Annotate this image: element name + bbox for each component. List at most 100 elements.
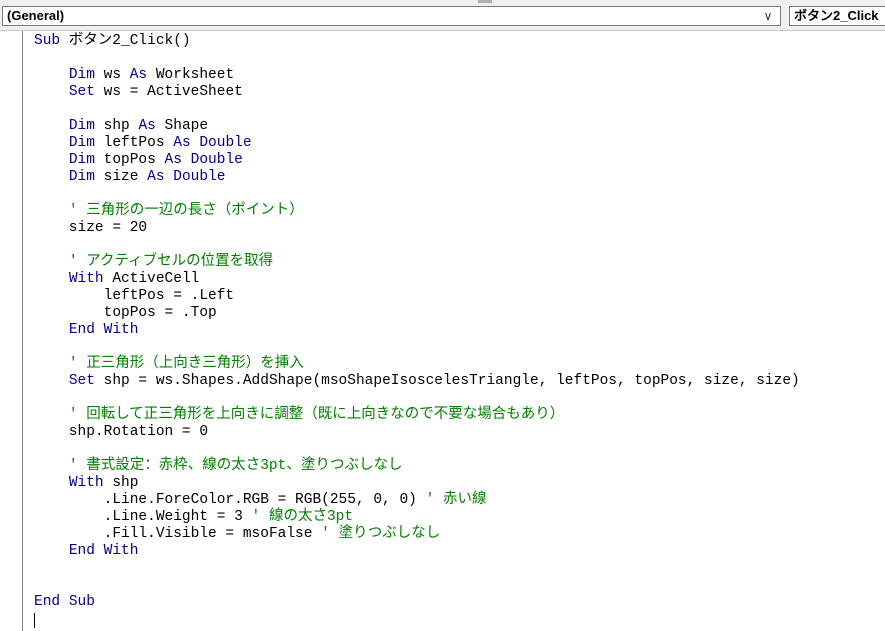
comment-token: ' 線の太さ3pt	[251, 509, 354, 525]
code-line[interactable]: .Fill.Visible = msoFalse ' 塗りつぶしなし	[34, 526, 800, 543]
code-token: topPos = .Top	[34, 305, 217, 321]
code-token: shp.Rotation = 0	[34, 424, 209, 440]
keyword-token: Dim	[68, 169, 95, 185]
code-line[interactable]: With shp	[34, 475, 800, 492]
code-line[interactable]: ' 正三角形（上向き三角形）を挿入	[34, 356, 800, 373]
code-line[interactable]	[34, 441, 800, 458]
keyword-token: With	[68, 271, 104, 287]
keyword-token: Set	[68, 373, 95, 389]
code-line[interactable]: Set shp = ws.Shapes.AddShape(msoShapeIso…	[34, 373, 800, 390]
code-token: size = 20	[34, 220, 148, 236]
code-line[interactable]: With ActiveCell	[34, 271, 800, 288]
code-line[interactable]	[34, 339, 800, 356]
code-line[interactable]: .Line.Weight = 3 ' 線の太さ3pt	[34, 509, 800, 526]
code-line[interactable]: Dim leftPos As Double	[34, 135, 800, 152]
code-text[interactable]: Sub ボタン2_Click() Dim ws As Worksheet Set…	[34, 33, 800, 611]
code-token: leftPos	[94, 135, 174, 151]
code-line[interactable]	[34, 50, 800, 67]
code-line[interactable]: ' 回転して正三角形を上向きに調整（既に上向きなので不要な場合もあり）	[34, 407, 800, 424]
keyword-token: Dim	[68, 118, 95, 134]
code-token: leftPos = .Left	[34, 288, 235, 304]
code-line[interactable]: Set ws = ActiveSheet	[34, 84, 800, 101]
code-line[interactable]: End With	[34, 322, 800, 339]
keyword-token: As	[138, 118, 156, 134]
code-token: .Line.Weight = 3	[34, 509, 252, 525]
code-line[interactable]	[34, 560, 800, 577]
splitter-grip[interactable]	[478, 0, 492, 3]
code-line[interactable]	[34, 577, 800, 594]
comment-token: ' 三角形の一辺の長さ（ポイント）	[68, 203, 304, 219]
code-line[interactable]: Dim ws As Worksheet	[34, 67, 800, 84]
code-line[interactable]: topPos = .Top	[34, 305, 800, 322]
object-dropdown[interactable]: (General) ∨	[2, 6, 781, 26]
code-line[interactable]: .Line.ForeColor.RGB = RGB(255, 0, 0) ' 赤…	[34, 492, 800, 509]
keyword-token: As	[173, 135, 191, 151]
code-token: shp = ws.Shapes.AddShape(msoShapeIsoscel…	[94, 373, 800, 389]
keyword-token: With	[68, 475, 104, 491]
comment-token: ' 赤い線	[425, 492, 487, 508]
keyword-token: Double	[199, 135, 252, 151]
keyword-token: Dim	[68, 152, 95, 168]
code-token: Worksheet	[147, 67, 235, 83]
keyword-token: End	[68, 322, 95, 338]
code-token: ws = ActiveSheet	[94, 84, 243, 100]
code-line[interactable]: leftPos = .Left	[34, 288, 800, 305]
code-token: ActiveCell	[103, 271, 200, 287]
keyword-token: As	[164, 152, 182, 168]
code-line[interactable]: ' アクティブセルの位置を取得	[34, 254, 800, 271]
code-token: .Fill.Visible = msoFalse	[34, 526, 322, 542]
code-token: size	[94, 169, 148, 185]
code-line[interactable]: ' 三角形の一辺の長さ（ポイント）	[34, 203, 800, 220]
code-line[interactable]: size = 20	[34, 220, 800, 237]
code-token: shp	[103, 475, 139, 491]
keyword-token: End	[34, 594, 61, 610]
code-line[interactable]	[34, 237, 800, 254]
code-line[interactable]: ' 書式設定：赤枠、線の太さ3pt、塗りつぶしなし	[34, 458, 800, 475]
keyword-token: Double	[173, 169, 226, 185]
keyword-token: Dim	[68, 135, 95, 151]
comment-token: ' 塗りつぶしなし	[321, 526, 441, 542]
code-line[interactable]: Dim topPos As Double	[34, 152, 800, 169]
code-editor[interactable]: Sub ボタン2_Click() Dim ws As Worksheet Set…	[0, 31, 885, 631]
code-token: ws	[94, 67, 130, 83]
code-token: Shape	[155, 118, 209, 134]
code-line[interactable]	[34, 101, 800, 118]
keyword-token: As	[147, 169, 165, 185]
code-line[interactable]: Dim size As Double	[34, 169, 800, 186]
code-window-combo-bar: (General) ∨ ボタン2_Click	[0, 4, 885, 31]
code-line[interactable]: Dim shp As Shape	[34, 118, 800, 135]
procedure-dropdown-value: ボタン2_Click	[794, 8, 879, 23]
chevron-down-icon[interactable]: ∨	[762, 7, 774, 25]
keyword-token: Sub	[34, 33, 61, 49]
code-line[interactable]: Sub ボタン2_Click()	[34, 33, 800, 50]
margin-indicator-bar[interactable]	[0, 31, 23, 631]
object-dropdown-value: (General)	[7, 8, 65, 23]
code-line[interactable]: End With	[34, 543, 800, 560]
code-line[interactable]	[34, 186, 800, 203]
keyword-token: Dim	[68, 67, 95, 83]
comment-token: ' 回転して正三角形を上向きに調整（既に上向きなので不要な場合もあり）	[68, 407, 565, 423]
code-line[interactable]	[34, 390, 800, 407]
text-caret	[34, 613, 35, 628]
code-line[interactable]: shp.Rotation = 0	[34, 424, 800, 441]
keyword-token: End	[68, 543, 95, 559]
procedure-dropdown[interactable]: ボタン2_Click	[789, 6, 885, 26]
code-line[interactable]: End Sub	[34, 594, 800, 611]
code-token: ボタン2_Click()	[60, 33, 191, 49]
keyword-token: With	[103, 322, 139, 338]
code-token: topPos	[94, 152, 165, 168]
